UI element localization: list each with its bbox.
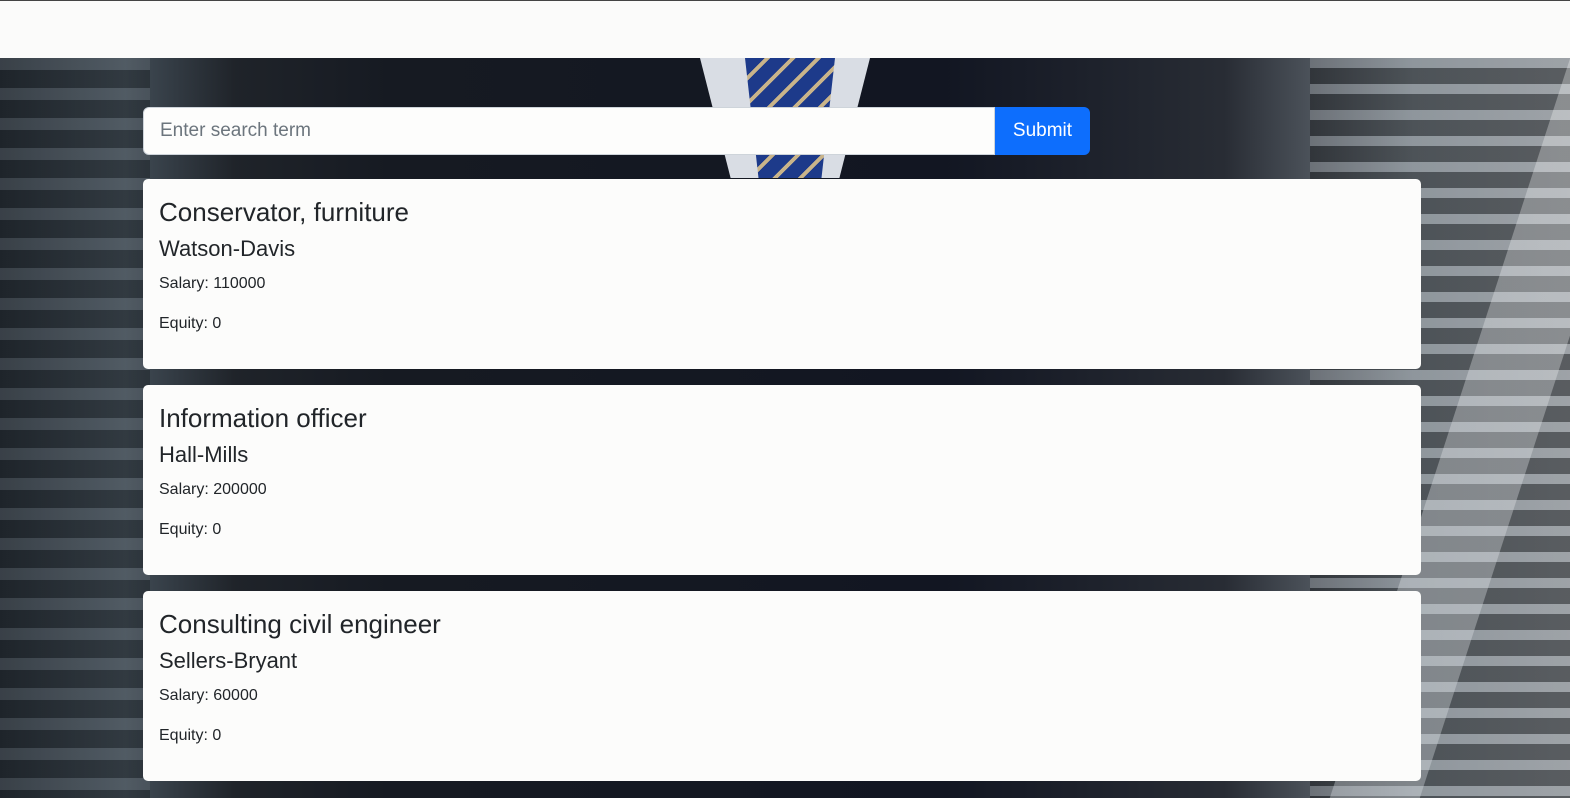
job-list: Conservator, furniture Watson-Davis Sala…	[143, 179, 1421, 797]
job-card: Conservator, furniture Watson-Davis Sala…	[143, 179, 1421, 369]
job-salary: Salary: 110000	[159, 275, 266, 292]
job-equity: Equity: 0	[159, 727, 222, 744]
job-company: Hall-Mills	[159, 442, 249, 467]
job-title: Consulting civil engineer	[159, 609, 441, 639]
job-equity: Equity: 0	[159, 315, 222, 332]
submit-button[interactable]: Submit	[995, 107, 1090, 155]
background-stairs-left	[0, 58, 150, 798]
navbar	[0, 0, 1570, 58]
search-input[interactable]	[143, 107, 995, 155]
job-card: Information officer Hall-Mills Salary: 2…	[143, 385, 1421, 575]
job-company: Sellers-Bryant	[159, 648, 298, 673]
search-form: Submit	[143, 107, 1090, 155]
job-salary: Salary: 200000	[159, 481, 267, 498]
job-card: Consulting civil engineer Sellers-Bryant…	[143, 591, 1421, 781]
job-salary: Salary: 60000	[159, 687, 258, 704]
job-title: Information officer	[159, 403, 367, 433]
job-title: Conservator, furniture	[159, 197, 410, 227]
job-equity: Equity: 0	[159, 521, 222, 538]
job-company: Watson-Davis	[159, 236, 296, 261]
